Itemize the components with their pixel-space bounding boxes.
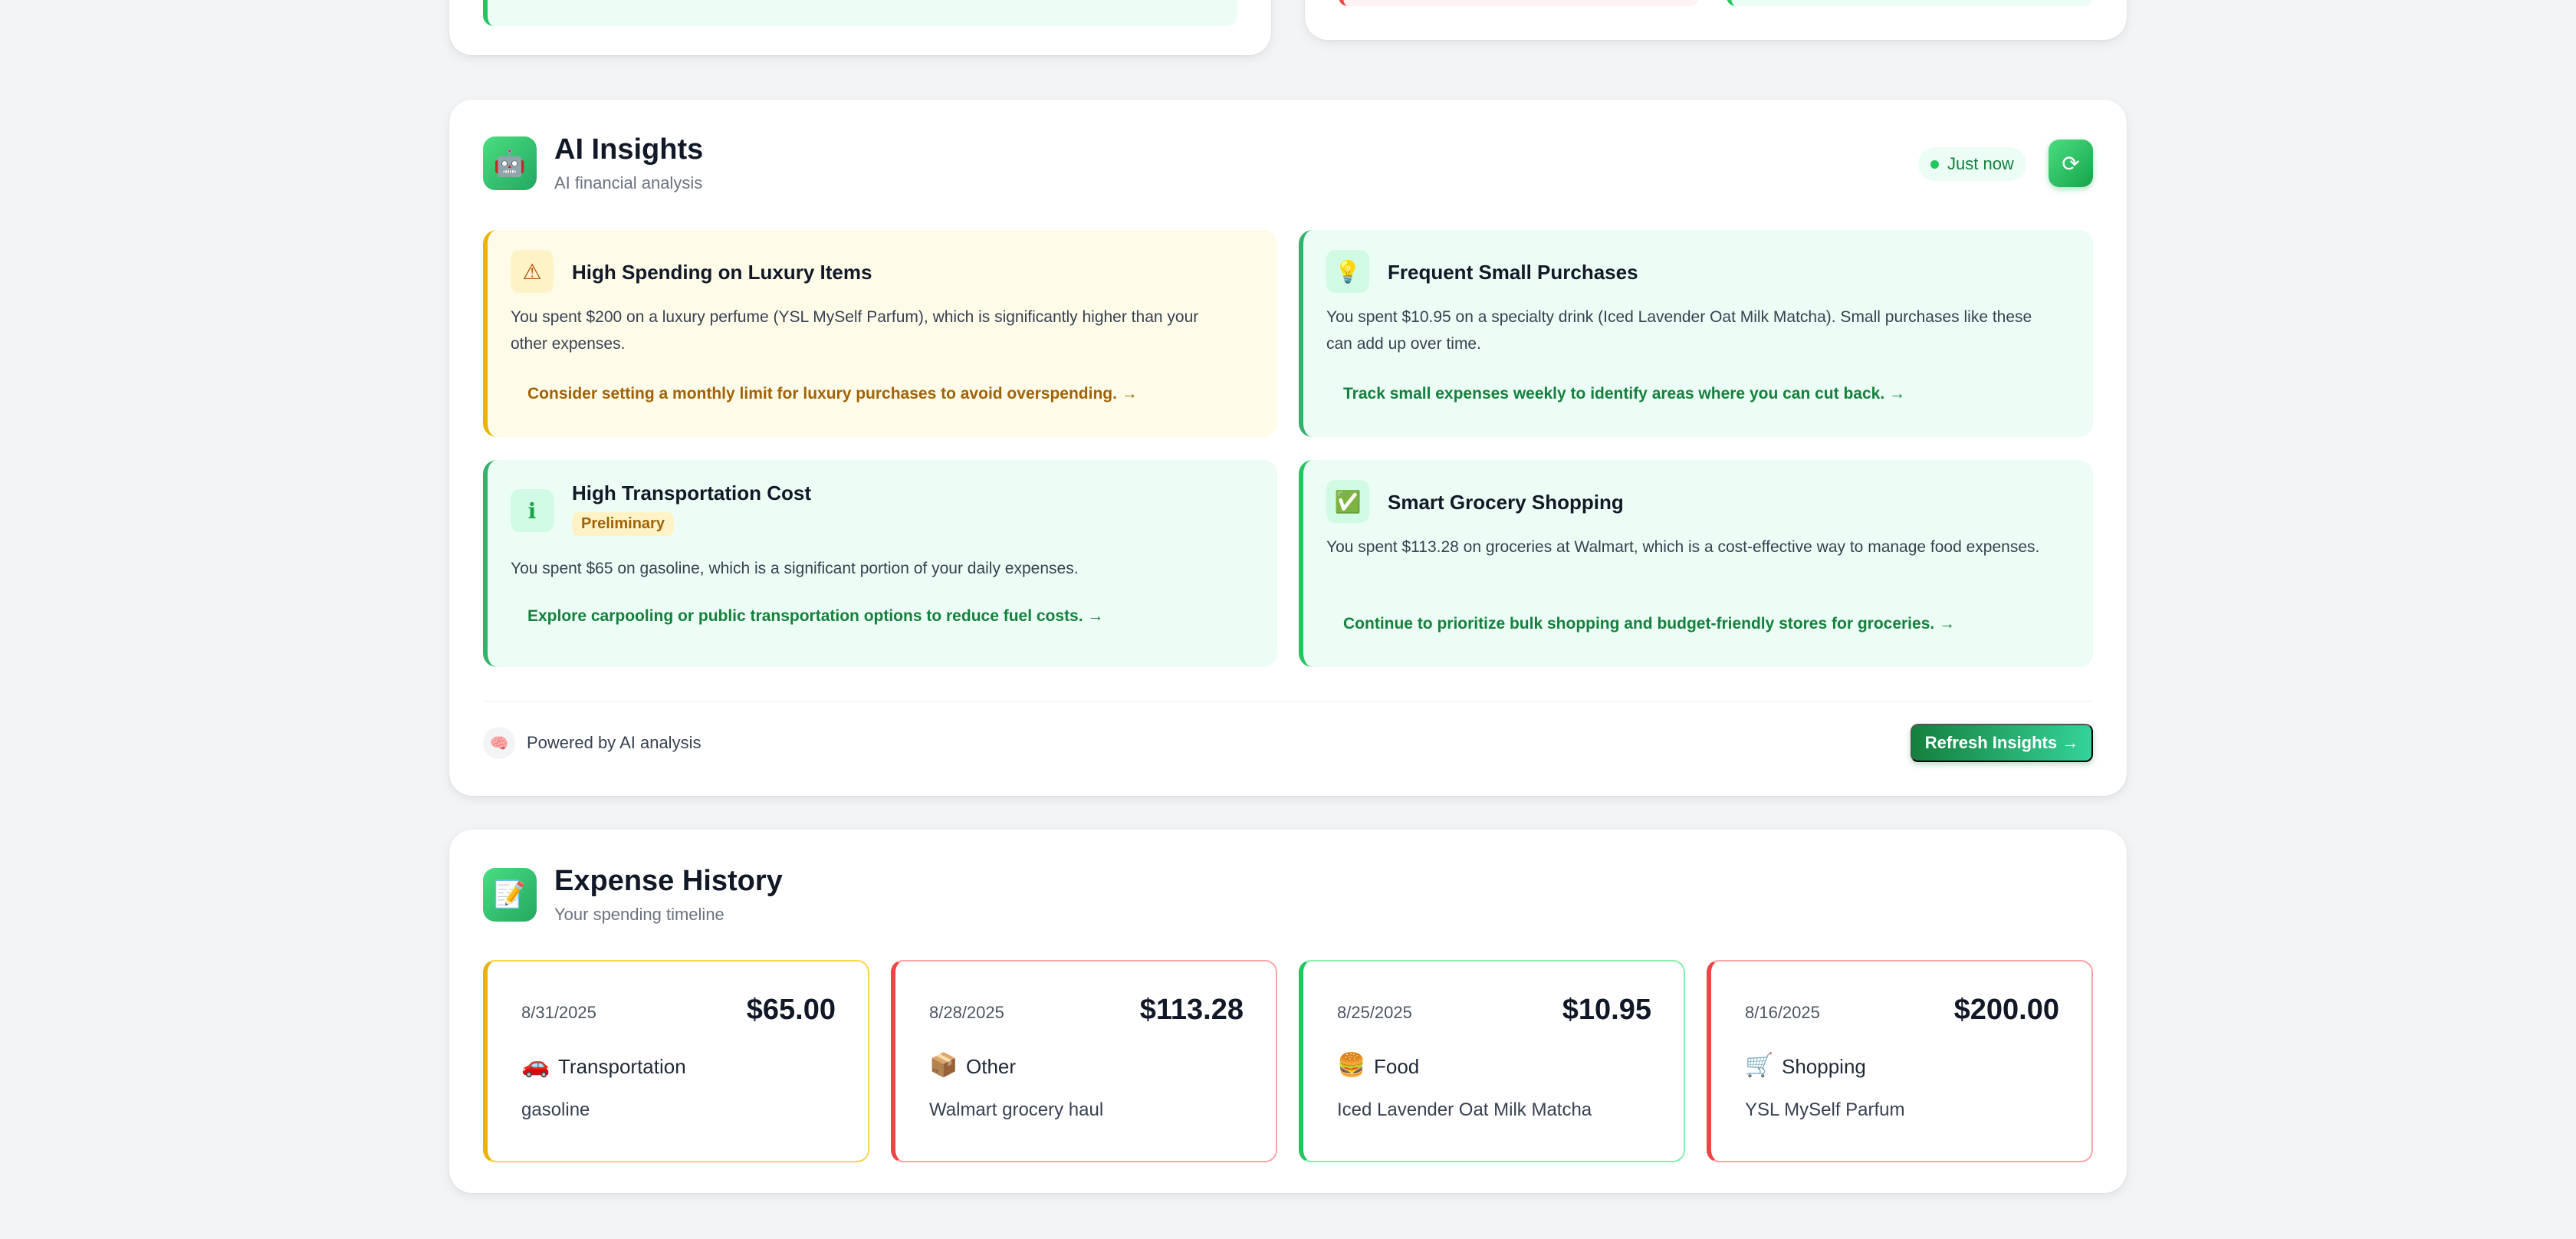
expense-date: 8/31/2025 bbox=[521, 1003, 596, 1022]
expense-date: 8/28/2025 bbox=[929, 1003, 1004, 1022]
expense-description: gasoline bbox=[521, 1099, 590, 1120]
partial-item-strip bbox=[1727, 0, 2093, 6]
cart-icon: 🛒 bbox=[1745, 1052, 1774, 1079]
expense-category: Food bbox=[1374, 1055, 1420, 1078]
powered-by-text: Powered by AI analysis bbox=[527, 733, 702, 752]
info-icon: ℹ bbox=[511, 489, 554, 532]
insight-card: 💡 Frequent Small Purchases You spent $10… bbox=[1299, 230, 2093, 437]
brain-icon: 🧠 bbox=[483, 727, 515, 759]
expense-item[interactable]: 8/28/2025 $113.28 📦 Other Walmart grocer… bbox=[891, 960, 1277, 1162]
expense-category: Shopping bbox=[1782, 1055, 1866, 1078]
ai-insights-title: AI Insights bbox=[554, 133, 704, 166]
refresh-insights-button[interactable]: Refresh Insights → bbox=[1911, 724, 2093, 762]
insight-action-link[interactable]: Consider setting a monthly limit for lux… bbox=[527, 385, 1138, 403]
expense-history-card: 📝 Expense History Your spending timeline… bbox=[449, 830, 2127, 1193]
expense-date: 8/25/2025 bbox=[1337, 1003, 1412, 1022]
partial-item-strip bbox=[483, 0, 1237, 26]
expense-item[interactable]: 8/16/2025 $200.00 🛒 Shopping YSL MySelf … bbox=[1707, 960, 2093, 1162]
insight-text: You spent $113.28 on groceries at Walmar… bbox=[1326, 538, 2040, 556]
expense-description: YSL MySelf Parfum bbox=[1745, 1099, 1905, 1120]
expense-amount: $10.95 bbox=[1562, 994, 1651, 1026]
warning-icon: ⚠ bbox=[511, 250, 554, 293]
expense-item[interactable]: 8/25/2025 $10.95 🍔 Food Iced Lavender Oa… bbox=[1299, 960, 1685, 1162]
expense-history-title: Expense History bbox=[554, 865, 783, 897]
insight-card: ✅ Smart Grocery Shopping You spent $113.… bbox=[1299, 460, 2093, 667]
check-icon: ✅ bbox=[1326, 480, 1369, 523]
insight-action-link[interactable]: Explore carpooling or public transportat… bbox=[527, 607, 1103, 626]
lightbulb-icon: 💡 bbox=[1326, 250, 1369, 293]
previous-section-card-left bbox=[449, 0, 1271, 55]
insight-action-link[interactable]: Track small expenses weekly to identify … bbox=[1343, 385, 1905, 403]
insight-text: You spent $200 on a luxury perfume (YSL … bbox=[511, 308, 1199, 353]
insight-title: Smart Grocery Shopping bbox=[1388, 491, 1624, 514]
expense-category: Other bbox=[966, 1055, 1017, 1078]
expense-category: Transportation bbox=[558, 1055, 686, 1078]
insight-text: You spent $10.95 on a specialty drink (I… bbox=[1326, 308, 2032, 353]
insight-title: High Transportation Cost bbox=[572, 481, 811, 504]
package-icon: 📦 bbox=[929, 1052, 958, 1079]
status-dot-icon bbox=[1930, 160, 1939, 169]
status-text: Just now bbox=[1947, 154, 2014, 173]
status-badge: Just now bbox=[1918, 147, 2026, 181]
expense-amount: $65.00 bbox=[746, 994, 836, 1026]
ai-insights-card: 🤖 AI Insights AI financial analysis Just… bbox=[449, 100, 2127, 796]
insight-text: You spent $65 on gasoline, which is a si… bbox=[511, 560, 1079, 577]
expense-item[interactable]: 8/31/2025 $65.00 🚗 Transportation gasoli… bbox=[483, 960, 869, 1162]
insight-card: ℹ High Transportation Cost Preliminary Y… bbox=[483, 460, 1277, 667]
expense-description: Iced Lavender Oat Milk Matcha bbox=[1337, 1099, 1592, 1120]
insight-card: ⚠ High Spending on Luxury Items You spen… bbox=[483, 230, 1277, 437]
refresh-icon[interactable]: ⟳ bbox=[2049, 140, 2093, 187]
robot-icon: 🤖 bbox=[483, 136, 537, 190]
ai-insights-subtitle: AI financial analysis bbox=[554, 173, 703, 192]
expense-description: Walmart grocery haul bbox=[929, 1099, 1104, 1120]
preliminary-badge: Preliminary bbox=[572, 512, 674, 536]
expense-history-subtitle: Your spending timeline bbox=[554, 905, 724, 924]
expense-amount: $200.00 bbox=[1953, 994, 2059, 1026]
partial-item-strip bbox=[1339, 0, 1699, 6]
insight-title: Frequent Small Purchases bbox=[1388, 261, 1638, 284]
expense-date: 8/16/2025 bbox=[1745, 1003, 1820, 1022]
burger-icon: 🍔 bbox=[1337, 1052, 1366, 1079]
insight-action-link[interactable]: Continue to prioritize bulk shopping and… bbox=[1343, 615, 1955, 633]
insight-title: High Spending on Luxury Items bbox=[572, 261, 872, 284]
previous-section-card-right bbox=[1305, 0, 2127, 40]
notepad-icon: 📝 bbox=[483, 868, 537, 922]
car-icon: 🚗 bbox=[521, 1052, 550, 1079]
expense-amount: $113.28 bbox=[1139, 994, 1244, 1026]
divider bbox=[483, 701, 2093, 702]
